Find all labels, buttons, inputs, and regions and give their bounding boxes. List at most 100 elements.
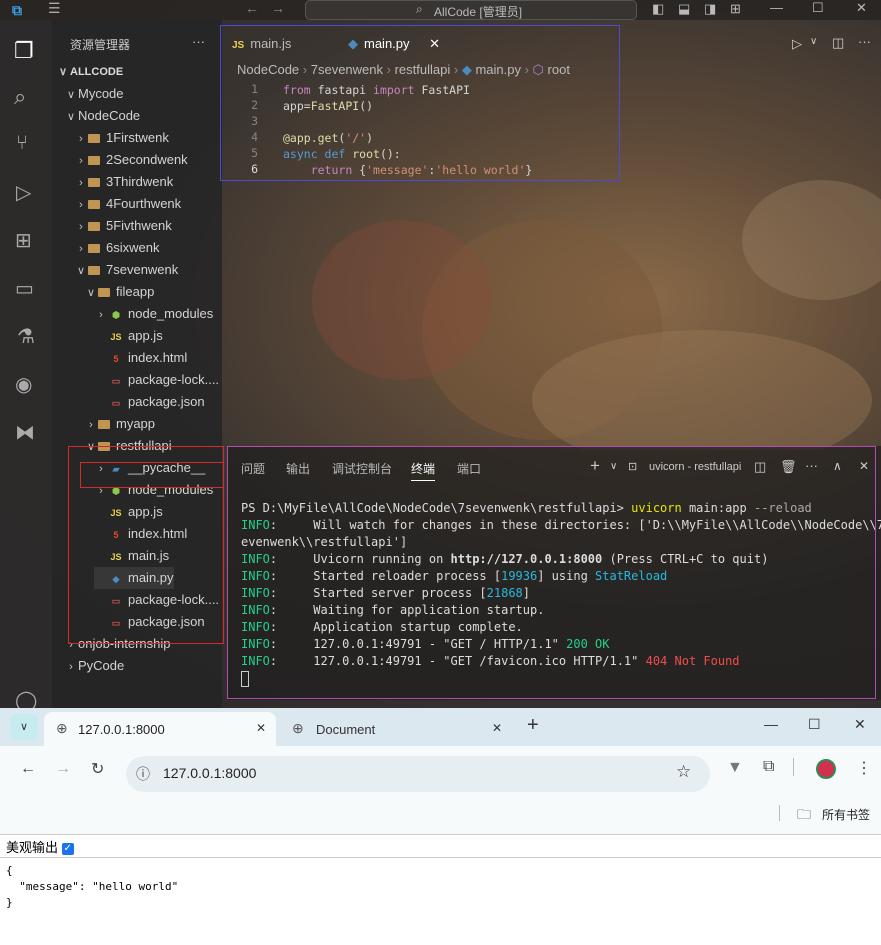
tree-item[interactable]: 5 index.html: [94, 347, 187, 369]
folder-icon: [88, 222, 100, 232]
profile-avatar[interactable]: [816, 759, 836, 779]
browser-tab[interactable]: ⊕ Document ✕: [282, 712, 514, 746]
chevron-right-icon: ›: [79, 199, 83, 211]
browser-menu-icon[interactable]: ⋮: [856, 758, 872, 778]
tree-item-label: NodeCode: [78, 108, 141, 123]
source-control-icon[interactable]: ⑂: [16, 132, 28, 155]
extensions-puzzle-icon[interactable]: ⧉: [763, 758, 774, 776]
close-tab-icon[interactable]: ✕: [256, 721, 266, 735]
tab-search-icon[interactable]: ∨: [10, 714, 38, 740]
folder-icon: [98, 288, 110, 298]
explorer-icon[interactable]: ❐: [14, 38, 34, 64]
maximize-icon[interactable]: ☐: [808, 716, 821, 733]
run-file-icon[interactable]: ▷: [792, 36, 802, 52]
tree-item[interactable]: › 4Fourthwenk: [74, 193, 181, 215]
forward-icon[interactable]: →: [55, 760, 71, 778]
address-bar[interactable]: ⓘ 127.0.0.1:8000 ☆: [126, 756, 710, 792]
reload-icon[interactable]: ↻: [91, 759, 104, 779]
tree-item-label: 2Secondwenk: [106, 152, 188, 167]
browser-tab-bar: ∨ ⊕ 127.0.0.1:8000 ✕ ⊕ Document ✕ + — ☐ …: [0, 708, 881, 746]
remote-explorer-icon[interactable]: ▭: [15, 276, 34, 301]
toggle-secondary-sidebar-icon[interactable]: ◨: [704, 1, 716, 17]
folder-icon: [88, 134, 100, 144]
new-tab-button[interactable]: +: [527, 714, 539, 737]
pretty-print-label: 美观输出: [6, 840, 59, 855]
chevron-down-icon[interactable]: ∨: [810, 36, 817, 47]
tree-item[interactable]: ∨ 7sevenwenk: [74, 259, 178, 281]
tree-item[interactable]: › 2Secondwenk: [74, 149, 188, 171]
tree-item[interactable]: ∨ Mycode: [64, 83, 124, 105]
globe-icon: ⊕: [56, 720, 68, 736]
chevron-right-icon: ›: [79, 221, 83, 233]
testing-icon[interactable]: ⚗: [17, 324, 35, 349]
tree-item-label: app.js: [128, 328, 163, 343]
minimize-icon[interactable]: —: [770, 0, 783, 15]
chevron-right-icon: ›: [89, 419, 93, 431]
folder-icon: [98, 420, 110, 430]
divider: [0, 857, 881, 858]
tree-item[interactable]: ∨ fileapp: [84, 281, 154, 303]
close-window-icon[interactable]: ✕: [854, 716, 866, 733]
site-info-icon[interactable]: ⓘ: [136, 764, 150, 784]
tree-item[interactable]: › 3Thirdwenk: [74, 171, 173, 193]
all-bookmarks-button[interactable]: 所有书签: [822, 806, 870, 823]
tree-item-label: Mycode: [78, 86, 124, 101]
tree-item[interactable]: ▭ package-lock....: [94, 369, 219, 391]
close-tab-icon[interactable]: ✕: [492, 721, 502, 735]
toggle-panel-icon[interactable]: ⬓: [678, 1, 690, 17]
tree-item[interactable]: ▭ package.json: [94, 391, 205, 413]
json-line: "message": "hello world": [6, 880, 179, 893]
tree-item[interactable]: › ⬢ node_modules: [94, 303, 213, 325]
json-file-icon: ▭: [111, 398, 121, 408]
chevron-right-icon: ›: [79, 243, 83, 255]
editor-more-icon[interactable]: ···: [858, 34, 871, 49]
tree-item[interactable]: › PyCode: [64, 655, 124, 677]
background-artwork: [312, 180, 881, 450]
json-file-icon: ▭: [111, 376, 121, 386]
split-editor-icon[interactable]: ◫: [832, 35, 844, 51]
tree-item[interactable]: ∨ NodeCode: [64, 105, 140, 127]
chevron-down-icon: ∨: [86, 287, 96, 299]
run-debug-icon[interactable]: ▷: [16, 180, 31, 205]
chevron-right-icon: ›: [69, 661, 73, 673]
highlight-box-code: [220, 25, 620, 181]
minimize-icon[interactable]: —: [764, 716, 778, 732]
maximize-icon[interactable]: ☐: [812, 0, 824, 16]
url-text[interactable]: 127.0.0.1:8000: [163, 765, 256, 781]
tab-title: 127.0.0.1:8000: [78, 722, 165, 737]
tree-item-label: 6sixwenk: [106, 240, 160, 255]
tree-item-label: 5Fivthwenk: [106, 218, 172, 233]
tree-item[interactable]: › 1Firstwenk: [74, 127, 169, 149]
title-bar: ⧉ ☰ ← → ⌕ AllCode [管理员] ◧ ⬓ ◨ ⊞ — ☐ ✕: [0, 0, 881, 20]
toolbar-divider: [793, 758, 794, 776]
tree-item[interactable]: › myapp: [84, 413, 155, 435]
python-icon[interactable]: ⧓: [15, 420, 35, 445]
back-arrow-icon[interactable]: ←: [245, 0, 259, 16]
folder-icon: [88, 244, 100, 254]
vscode-window: ⧉ ☰ ← → ⌕ AllCode [管理员] ◧ ⬓ ◨ ⊞ — ☐ ✕ ❐ …: [0, 0, 881, 712]
command-center[interactable]: ⌕ AllCode [管理员]: [305, 0, 637, 20]
pretty-print-checkbox[interactable]: ✓: [61, 842, 74, 855]
html-file-icon: 5: [113, 354, 119, 364]
chevron-down-icon: ∨: [66, 111, 76, 123]
layout-icon[interactable]: ⊞: [730, 1, 741, 17]
search-view-icon[interactable]: ⌕: [14, 84, 26, 110]
workspace-root[interactable]: ∨ ALLCODE: [56, 65, 123, 78]
tree-item[interactable]: › 6sixwenk: [74, 237, 159, 259]
forward-arrow-icon[interactable]: →: [271, 0, 285, 16]
bookmark-star-icon[interactable]: ☆: [676, 762, 691, 782]
tree-item[interactable]: JS app.js: [94, 325, 163, 347]
close-window-icon[interactable]: ✕: [856, 0, 867, 16]
browser-tab-active[interactable]: ⊕ 127.0.0.1:8000 ✕: [44, 712, 276, 746]
more-actions-icon[interactable]: ···: [192, 34, 205, 49]
tree-item-label: myapp: [116, 416, 156, 431]
globe-icon: ⊕: [292, 720, 304, 736]
github-icon[interactable]: ◉: [15, 372, 32, 397]
back-icon[interactable]: ←: [20, 760, 36, 778]
menu-icon[interactable]: ☰: [48, 0, 61, 17]
extension-vue-icon[interactable]: ▼: [727, 759, 743, 777]
toggle-sidebar-icon[interactable]: ◧: [652, 1, 664, 17]
extensions-icon[interactable]: ⊞: [15, 228, 32, 253]
json-line: }: [6, 896, 13, 909]
tree-item[interactable]: › 5Fivthwenk: [74, 215, 172, 237]
